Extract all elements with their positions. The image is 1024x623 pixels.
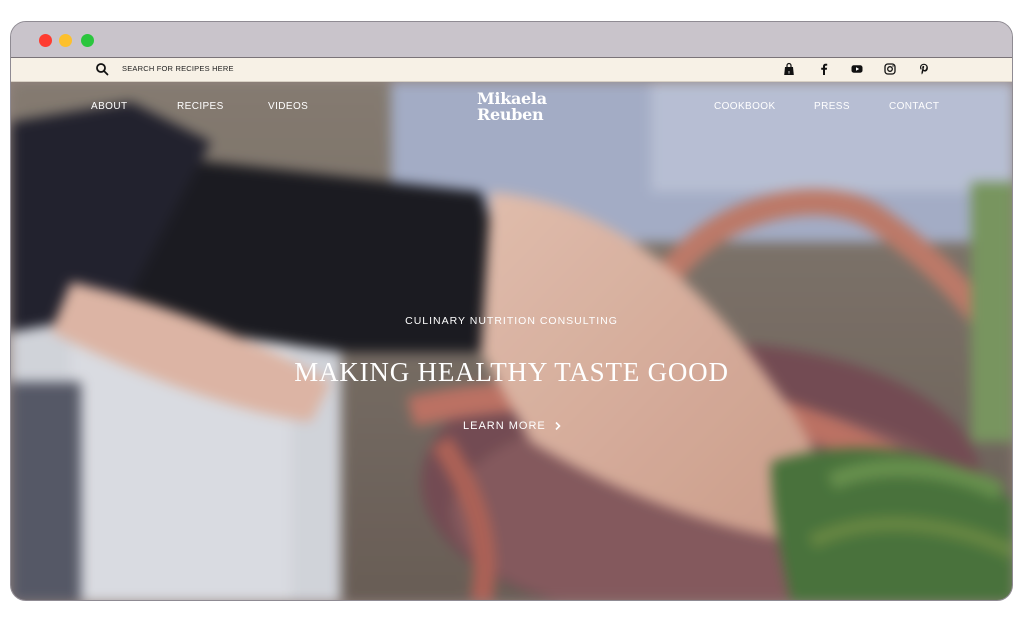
hero-banner: ABOUT RECIPES VIDEOS Mikaela Reuben COOK… <box>11 82 1012 600</box>
utility-bar: SEARCH FOR RECIPES HERE 0 <box>11 57 1012 82</box>
nav-cookbook[interactable]: COOKBOOK <box>714 101 776 112</box>
nav-recipes[interactable]: RECIPES <box>177 101 224 112</box>
minimize-window-button[interactable] <box>59 34 72 47</box>
youtube-icon[interactable] <box>850 62 864 76</box>
search-input[interactable]: SEARCH FOR RECIPES HERE <box>122 64 234 73</box>
logo-line-2: Reuben <box>477 105 544 124</box>
search-icon[interactable] <box>95 62 109 76</box>
nav-about[interactable]: ABOUT <box>91 101 127 112</box>
nav-contact[interactable]: CONTACT <box>889 101 939 112</box>
chevron-right-icon <box>555 421 561 431</box>
nav-press[interactable]: PRESS <box>814 101 850 112</box>
shopping-bag-icon[interactable]: 0 <box>782 62 796 76</box>
maximize-window-button[interactable] <box>81 34 94 47</box>
hero-eyebrow: CULINARY NUTRITION CONSULTING <box>405 315 618 327</box>
site-logo[interactable]: Mikaela Reuben <box>477 91 549 123</box>
hero-headline: MAKING HEALTHY TASTE GOOD <box>294 357 729 387</box>
browser-window: SEARCH FOR RECIPES HERE 0 ABOUT RECIPES … <box>10 21 1013 601</box>
facebook-icon[interactable] <box>817 62 831 76</box>
window-chrome <box>11 22 1012 57</box>
hero-overlay <box>11 82 1012 600</box>
nav-videos[interactable]: VIDEOS <box>268 101 308 112</box>
instagram-icon[interactable] <box>883 62 897 76</box>
learn-more-link[interactable]: LEARN MORE <box>463 420 562 432</box>
learn-more-label: LEARN MORE <box>463 420 546 432</box>
pinterest-icon[interactable] <box>917 62 931 76</box>
close-window-button[interactable] <box>39 34 52 47</box>
